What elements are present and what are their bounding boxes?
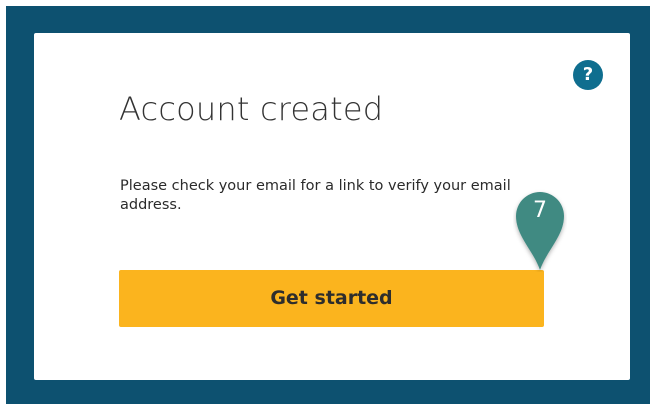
step-marker-pin-icon: 7 <box>513 186 567 272</box>
help-question-icon[interactable]: ? <box>573 60 603 90</box>
help-symbol: ? <box>582 64 594 85</box>
step-number: 7 <box>533 198 547 223</box>
get-started-button[interactable]: Get started <box>119 270 544 327</box>
verification-message: Please check your email for a link to ve… <box>120 178 511 213</box>
dialog-title: Account created <box>119 90 384 128</box>
